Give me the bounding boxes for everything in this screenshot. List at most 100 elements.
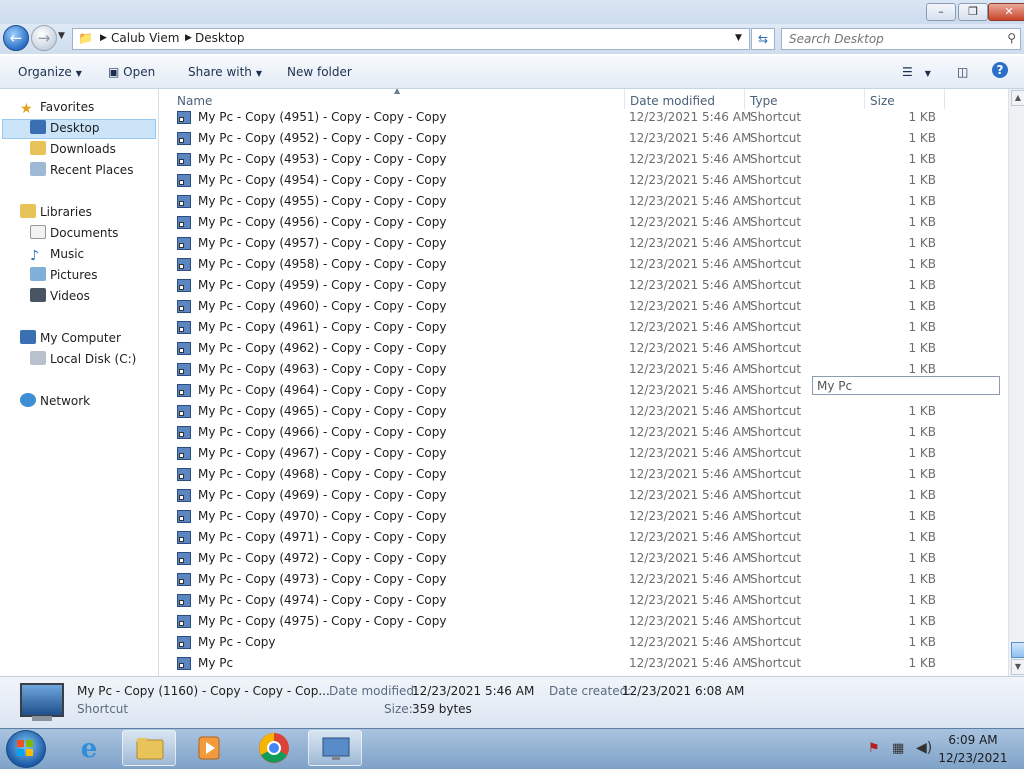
file-type: Shortcut: [750, 635, 802, 649]
scroll-down-button[interactable]: ▼: [1011, 659, 1024, 675]
file-date-modified: 12/23/2021 5:46 AM: [629, 299, 752, 313]
network-tray-icon[interactable]: ▦: [892, 741, 904, 756]
nav-favorites[interactable]: ★ Favorites: [20, 97, 94, 117]
nav-local-disk[interactable]: Local Disk (C:): [30, 349, 136, 369]
file-name: My Pc - Copy (4973) - Copy - Copy - Copy: [198, 572, 447, 586]
clock-time[interactable]: 6:09 AM: [938, 733, 1008, 747]
nav-my-computer[interactable]: My Computer: [20, 328, 121, 348]
search-box[interactable]: ⚲: [781, 28, 1021, 50]
file-date-modified: 12/23/2021 5:46 AM: [629, 467, 752, 481]
file-row[interactable]: My Pc - Copy (4962) - Copy - Copy - Copy…: [160, 338, 1008, 359]
file-type: Shortcut: [750, 467, 802, 481]
file-row[interactable]: My Pc - Copy (4974) - Copy - Copy - Copy…: [160, 590, 1008, 611]
file-row[interactable]: My Pc - Copy (4959) - Copy - Copy - Copy…: [160, 275, 1008, 296]
scroll-thumb[interactable]: [1011, 642, 1024, 658]
file-type: Shortcut: [750, 509, 802, 523]
file-row[interactable]: My Pc - Copy (4969) - Copy - Copy - Copy…: [160, 485, 1008, 506]
address-bar[interactable]: 📁 ▶ Calub Viem ▶ Desktop ▼: [72, 28, 750, 50]
file-size: 1 KB: [908, 572, 936, 586]
nav-network[interactable]: Network: [20, 391, 90, 411]
organize-button[interactable]: Organize ▼: [18, 65, 82, 79]
breadcrumb-desktop[interactable]: Desktop: [195, 31, 245, 45]
scroll-up-button[interactable]: ▲: [1011, 90, 1024, 106]
search-input[interactable]: [782, 29, 999, 49]
file-row[interactable]: My Pc - Copy (4966) - Copy - Copy - Copy…: [160, 422, 1008, 443]
taskbar-windows-explorer[interactable]: [122, 730, 176, 766]
file-row[interactable]: My Pc - Copy (4954) - Copy - Copy - Copy…: [160, 170, 1008, 191]
help-button[interactable]: ?: [992, 62, 1008, 78]
file-name: My Pc - Copy (4967) - Copy - Copy - Copy: [198, 446, 447, 460]
file-size: 1 KB: [908, 110, 936, 124]
file-date-modified: 12/23/2021 5:46 AM: [629, 278, 752, 292]
file-row[interactable]: My Pc - Copy (4958) - Copy - Copy - Copy…: [160, 254, 1008, 275]
file-row[interactable]: My Pc - Copy (4961) - Copy - Copy - Copy…: [160, 317, 1008, 338]
taskbar-remote-desktop[interactable]: [308, 730, 362, 766]
shortcut-icon: [177, 363, 191, 376]
file-row[interactable]: My Pc - Copy (4956) - Copy - Copy - Copy…: [160, 212, 1008, 233]
share-with-button[interactable]: Share with ▼: [188, 65, 262, 79]
vertical-scrollbar[interactable]: ▲ ▼: [1008, 89, 1024, 676]
volume-icon[interactable]: ◀): [916, 740, 932, 756]
file-size: 1 KB: [908, 425, 936, 439]
action-center-icon[interactable]: ⚑: [868, 741, 880, 756]
title-bar: [0, 0, 1024, 24]
change-view-button[interactable]: ☰ ▼: [902, 65, 931, 79]
file-date-modified: 12/23/2021 5:46 AM: [629, 446, 752, 460]
file-date-modified: 12/23/2021 5:46 AM: [629, 383, 752, 397]
file-row[interactable]: My Pc - Copy 12/23/2021 5:46 AM Shortcut 1 …: [160, 632, 1008, 653]
file-row[interactable]: My Pc - Copy (4968) - Copy - Copy - Copy…: [160, 464, 1008, 485]
file-row[interactable]: My Pc - Copy (4971) - Copy - Copy - Copy…: [160, 527, 1008, 548]
preview-pane-button[interactable]: ◫: [957, 65, 968, 79]
column-divider[interactable]: [744, 89, 745, 109]
file-row[interactable]: My Pc - Copy (4960) - Copy - Copy - Copy…: [160, 296, 1008, 317]
breadcrumb-calub-viem[interactable]: Calub Viem: [111, 31, 179, 45]
nav-desktop[interactable]: Desktop: [30, 118, 100, 138]
column-divider[interactable]: [944, 89, 945, 109]
file-row[interactable]: My Pc - Copy (4965) - Copy - Copy - Copy…: [160, 401, 1008, 422]
taskbar-media-player[interactable]: [182, 730, 236, 766]
command-bar: Organize ▼ ▣ Open Share with ▼ New folder …: [0, 56, 1024, 89]
nav-recent-places[interactable]: Recent Places: [30, 160, 133, 180]
shortcut-icon: [177, 258, 191, 271]
nav-music[interactable]: ♪ Music: [30, 244, 84, 264]
nav-documents[interactable]: Documents: [30, 223, 118, 243]
file-row[interactable]: My Pc - Copy (4972) - Copy - Copy - Copy…: [160, 548, 1008, 569]
close-button[interactable]: ✕: [988, 3, 1024, 21]
column-divider[interactable]: [864, 89, 865, 109]
file-type: Shortcut: [750, 341, 802, 355]
file-row[interactable]: My Pc - Copy (4951) - Copy - Copy - Copy…: [160, 107, 1008, 128]
file-row[interactable]: My Pc - Copy (4970) - Copy - Copy - Copy…: [160, 506, 1008, 527]
column-divider[interactable]: [624, 89, 625, 109]
minimize-button[interactable]: –: [926, 3, 956, 21]
nav-pictures[interactable]: Pictures: [30, 265, 98, 285]
nav-videos[interactable]: Videos: [30, 286, 90, 306]
search-icon[interactable]: ⚲: [1007, 31, 1016, 45]
nav-libraries[interactable]: Libraries: [20, 202, 92, 222]
forward-button[interactable]: →: [31, 25, 57, 51]
file-row[interactable]: My Pc 12/23/2021 5:46 AM Shortcut 1 KB: [160, 653, 1008, 674]
new-folder-button[interactable]: New folder: [287, 65, 352, 79]
rename-field[interactable]: My Pc: [812, 376, 1000, 395]
recent-pages-dropdown[interactable]: ▼: [58, 31, 65, 41]
refresh-button[interactable]: ⇆: [751, 28, 775, 50]
file-row[interactable]: My Pc - Copy (4975) - Copy - Copy - Copy…: [160, 611, 1008, 632]
file-row[interactable]: My Pc - Copy (4952) - Copy - Copy - Copy…: [160, 128, 1008, 149]
shortcut-icon: [177, 132, 191, 145]
back-button[interactable]: ←: [3, 25, 29, 51]
file-row[interactable]: My Pc - Copy (4953) - Copy - Copy - Copy…: [160, 149, 1008, 170]
clock-date[interactable]: 12/23/2021: [938, 751, 1008, 765]
taskbar-chrome[interactable]: [246, 730, 300, 766]
maximize-button[interactable]: ❐: [958, 3, 988, 21]
open-button[interactable]: ▣ Open: [108, 65, 155, 79]
file-row[interactable]: My Pc - Copy (4955) - Copy - Copy - Copy…: [160, 191, 1008, 212]
nav-downloads[interactable]: Downloads: [30, 139, 116, 159]
file-row[interactable]: My Pc - Copy (4967) - Copy - Copy - Copy…: [160, 443, 1008, 464]
taskbar-internet-explorer[interactable]: e: [62, 730, 116, 766]
address-dropdown-icon[interactable]: ▼: [735, 33, 742, 43]
file-row[interactable]: My Pc - Copy (4973) - Copy - Copy - Copy…: [160, 569, 1008, 590]
file-row[interactable]: My Pc - Copy (4957) - Copy - Copy - Copy…: [160, 233, 1008, 254]
file-size: 1 KB: [908, 362, 936, 376]
computer-icon: [20, 330, 36, 344]
file-type: Shortcut: [750, 215, 802, 229]
shortcut-icon: [177, 405, 191, 418]
